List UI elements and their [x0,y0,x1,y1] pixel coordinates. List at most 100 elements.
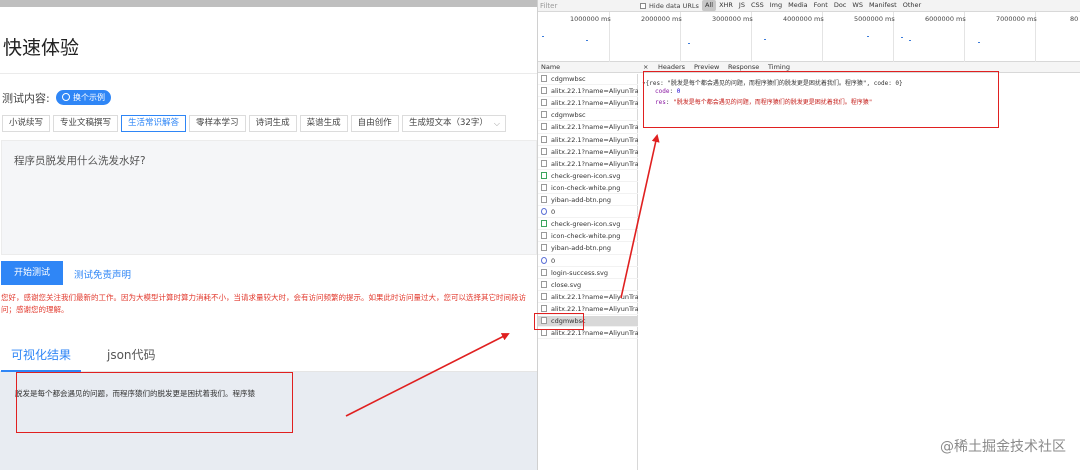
type-filter-other[interactable]: Other [900,0,924,11]
request-name: alitx.22.1?name=AliyunTra... [551,304,638,313]
tab-poetry[interactable]: 诗词生成 [248,115,297,132]
resource-type-filters: All XHR JS CSS Img Media Font Doc WS Man… [702,0,924,11]
tab-visual-result[interactable]: 可视化结果 [0,346,82,372]
hide-data-urls-checkbox[interactable]: Hide data URLs [640,1,699,11]
request-name: alitx.22.1?name=AliyunTra... [551,135,638,144]
preview-pane: ▾{res: "脱发是每个都会遇见的问题，而程序猿们的脱发更是困扰着我们。程序猿… [638,73,1080,470]
file-icon [541,159,547,167]
file-icon [541,111,547,119]
request-row[interactable]: close.svg [538,280,638,291]
circle-icon [541,256,547,264]
request-name: icon-check-white.png [551,232,621,241]
request-name: 0 [551,208,556,217]
request-name: check-green-icon.svg [551,171,621,180]
file-icon [541,135,547,143]
timeline-tick: 3000000 ms [712,15,753,23]
request-row[interactable]: alitx.22.1?name=AliyunTra... [538,147,638,158]
file-icon [541,280,547,288]
request-row[interactable]: login-success.svg [538,268,638,279]
type-filter-img[interactable]: Img [767,0,785,11]
request-name: yiban-add-btn.png [551,196,612,204]
name-column-header[interactable]: Name [538,62,638,73]
change-example-button[interactable]: 换个示例 [56,90,111,105]
check-icon [541,220,547,228]
network-timeline[interactable]: 1000000 ms 2000000 ms 3000000 ms 4000000… [538,12,1080,62]
request-row[interactable]: alitx.22.1?name=AliyunTra... [538,122,638,134]
request-name: 0 [551,256,556,265]
change-example-label: 换个示例 [73,93,105,102]
request-name: cdgmwbsc [551,111,586,120]
timeline-tick: 5000000 ms [854,15,895,23]
request-name: alitx.22.1?name=AliyunTra... [551,87,638,96]
request-row[interactable]: alitx.22.1?name=AliyunTra... [538,159,638,170]
request-row[interactable]: yiban-add-btn.png [538,195,638,207]
start-test-button[interactable]: 开始测试 [1,261,63,285]
length-select[interactable]: 生成短文本（32字） ⌵ [402,115,506,132]
file-icon [541,123,547,131]
file-icon [541,232,547,240]
tab-life-qa[interactable]: 生活常识解答 [121,115,187,132]
disclaimer-link[interactable]: 测试免责声明 [74,267,131,281]
type-filter-xhr[interactable]: XHR [716,0,736,11]
timeline-tick: 80 [1070,15,1079,23]
timeline-tick: 7000000 ms [996,15,1037,23]
type-filter-ws[interactable]: WS [849,0,866,11]
type-filter-js[interactable]: JS [736,0,748,11]
request-name: alitx.22.1?name=AliyunTra... [551,159,638,168]
request-row[interactable]: check-green-icon.svg [538,219,638,231]
request-row[interactable]: alitx.22.1?name=AliyunTra... [538,292,638,303]
request-name: icon-check-white.png [551,183,621,192]
refresh-icon [62,93,70,101]
play-icon [541,268,547,276]
file-icon [541,99,547,107]
filter-input[interactable]: Filter [540,1,635,11]
circle-icon [541,208,547,216]
timeline-tick: 4000000 ms [783,15,824,23]
file-icon [541,196,547,203]
request-row[interactable]: alitx.22.1?name=AliyunTra... [538,98,638,110]
timeline-bar [867,36,869,37]
page-title: 快速体验 [3,37,80,59]
request-row[interactable]: yiban-add-btn.png [538,243,638,255]
type-filter-manifest[interactable]: Manifest [866,0,900,11]
tab-free-creation[interactable]: 自由创作 [350,115,399,132]
file-icon [541,75,547,82]
request-row[interactable]: check-green-icon.svg [538,171,638,182]
highlight-box-request [534,313,584,330]
tab-recipe[interactable]: 菜谱生成 [299,115,348,132]
request-row[interactable]: alitx.22.1?name=AliyunTra... [538,86,638,98]
result-tabs: 可视化结果 json代码 [0,346,537,372]
request-row[interactable]: cdgmwbsc [538,74,638,86]
type-filter-media[interactable]: Media [785,0,811,11]
request-row[interactable]: alitx.22.1?name=AliyunTra... [538,135,638,146]
highlight-box-response [643,71,999,128]
tab-novel-continuation[interactable]: 小说续写 [2,115,51,132]
file-icon [541,87,547,95]
prompt-input[interactable]: 程序员脱发用什么洗发水好? [1,140,537,255]
tab-json-code[interactable]: json代码 [107,346,156,372]
test-content-label: 测试内容: [2,92,50,105]
type-filter-font[interactable]: Font [811,0,831,11]
type-filter-all[interactable]: All [702,0,717,11]
checkbox-icon [640,3,646,9]
request-name: alitx.22.1?name=AliyunTra... [551,147,638,156]
check-icon [541,171,547,179]
request-row[interactable]: 0 [538,256,638,267]
request-name: check-green-icon.svg [551,220,621,229]
notice-text: 您好，感谢您关注我们最新的工作。因为大模型计算时算力消耗不小，当请求量较大时，会… [1,293,526,314]
timeline-bar [909,40,911,41]
scenario-tabs: 小说续写 专业文稿撰写 生活常识解答 零样本学习 诗词生成 菜谱生成 自由创作 [2,115,399,132]
request-row[interactable]: cdgmwbsc [538,110,638,122]
tab-professional-writing[interactable]: 专业文稿撰写 [53,115,119,132]
timeline-bar [542,36,544,37]
type-filter-doc[interactable]: Doc [831,0,850,11]
timeline-tick: 6000000 ms [925,15,966,23]
tab-zero-shot[interactable]: 零样本学习 [189,115,246,132]
request-name: alitx.22.1?name=AliyunTra... [551,123,638,132]
request-name: alitx.22.1?name=AliyunTra... [551,99,638,108]
request-row[interactable]: icon-check-white.png [538,231,638,243]
request-row[interactable]: icon-check-white.png [538,183,638,195]
file-icon [541,244,547,252]
type-filter-css[interactable]: CSS [748,0,767,11]
request-row[interactable]: 0 [538,207,638,219]
